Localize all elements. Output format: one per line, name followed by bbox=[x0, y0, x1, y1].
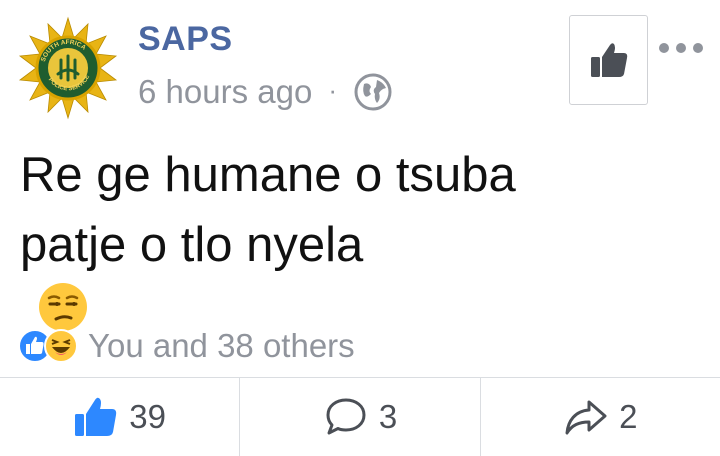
post-body: Re ge humane o tsuba patje o tlo nyela bbox=[20, 140, 710, 334]
reaction-summary-text: You and 38 others bbox=[88, 327, 355, 364]
like-count: 39 bbox=[129, 398, 167, 435]
post-text-line-2-wrap: patje o tlo nyela bbox=[20, 210, 710, 334]
comment-button[interactable]: 3 bbox=[239, 378, 479, 456]
post-text-line-1: Re ge humane o tsuba bbox=[20, 148, 516, 202]
globe-icon bbox=[353, 72, 393, 112]
post-timestamp[interactable]: 6 hours ago bbox=[138, 73, 312, 111]
saps-logo-icon: SOUTH AFRICA POLICE SERVICE bbox=[18, 16, 118, 120]
post-text-line-2: patje o tlo nyela bbox=[20, 218, 364, 272]
post-header: SOUTH AFRICA POLICE SERVICE SAPS 6 hours… bbox=[0, 0, 720, 120]
comment-icon bbox=[323, 394, 369, 440]
thumbs-up-icon bbox=[590, 43, 627, 77]
like-button[interactable]: 39 bbox=[0, 378, 239, 456]
reaction-summary[interactable]: You and 38 others bbox=[18, 320, 355, 372]
page-avatar[interactable]: SOUTH AFRICA POLICE SERVICE bbox=[16, 16, 120, 120]
post-meta: 6 hours ago · bbox=[138, 70, 393, 114]
comment-count: 3 bbox=[378, 398, 398, 435]
more-options-icon[interactable] bbox=[656, 40, 706, 56]
page-name[interactable]: SAPS bbox=[138, 20, 233, 59]
meta-separator: · bbox=[328, 74, 337, 105]
thumbs-up-icon bbox=[73, 394, 119, 440]
share-button[interactable]: 2 bbox=[479, 378, 720, 456]
share-count: 2 bbox=[619, 398, 638, 435]
haha-reaction-icon bbox=[44, 329, 78, 363]
share-icon bbox=[563, 394, 609, 440]
post-action-bar: 39 3 2 bbox=[0, 378, 720, 456]
like-page-button[interactable] bbox=[569, 15, 648, 105]
